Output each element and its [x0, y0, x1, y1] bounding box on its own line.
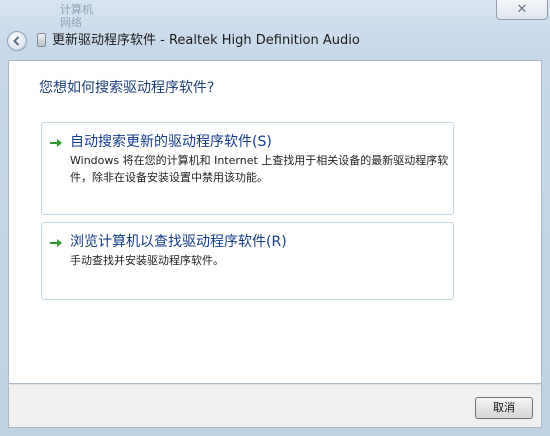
- dialog-frame: 计算机 网络 ✕ 更新驱动程序软件 - Realtek High Definit…: [0, 0, 550, 436]
- window-title: 更新驱动程序软件 - Realtek High Definition Audio: [52, 33, 360, 48]
- option-description: Windows 将在您的计算机和 Internet 上查找用于相关设备的最新驱动…: [70, 154, 449, 184]
- background-text: 网络: [60, 16, 82, 29]
- cancel-button[interactable]: 取消: [475, 397, 533, 419]
- back-arrow-icon: [13, 36, 20, 46]
- option-title: 自动搜索更新的驱动程序软件(S): [70, 134, 272, 150]
- option-title: 浏览计算机以查找驱动程序软件(R): [70, 234, 287, 250]
- green-arrow-icon: [50, 139, 62, 147]
- content-panel: 您想如何搜索驱动程序软件? 自动搜索更新的驱动程序软件(S) Windows 将…: [8, 60, 542, 384]
- option-browse-computer[interactable]: 浏览计算机以查找驱动程序软件(R) 手动查找并安装驱动程序软件。: [41, 222, 454, 300]
- close-button[interactable]: ✕: [496, 0, 548, 20]
- green-arrow-icon: [50, 239, 62, 247]
- back-button[interactable]: [7, 31, 27, 51]
- dialog-footer: 取消: [8, 384, 542, 428]
- option-description: 手动查找并安装驱动程序软件。: [70, 254, 224, 267]
- option-search-automatically[interactable]: 自动搜索更新的驱动程序软件(S) Windows 将在您的计算机和 Intern…: [41, 122, 454, 215]
- close-icon: ✕: [516, 2, 528, 17]
- device-icon: [37, 33, 46, 47]
- page-question: 您想如何搜索驱动程序软件?: [39, 80, 215, 96]
